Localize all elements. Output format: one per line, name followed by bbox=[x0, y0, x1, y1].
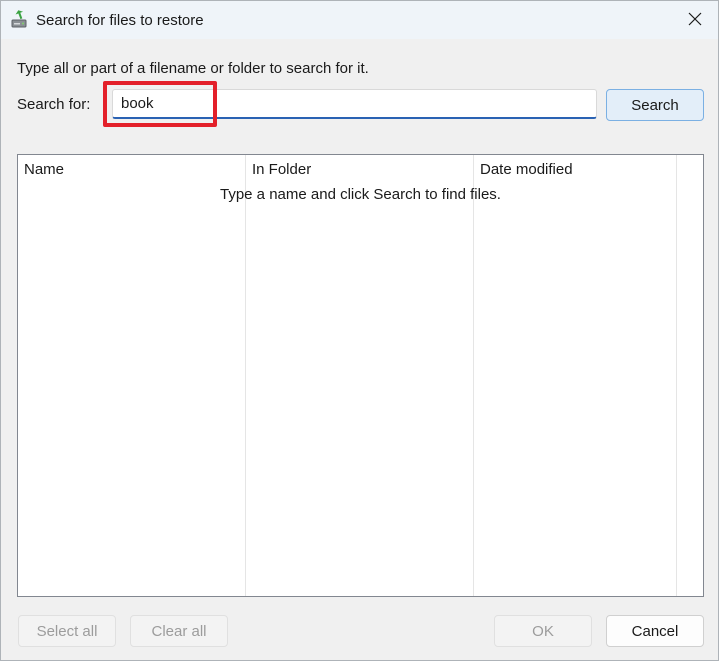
restore-search-dialog: Search for files to restore Type all or … bbox=[0, 0, 719, 661]
search-input[interactable] bbox=[112, 89, 597, 119]
results-list[interactable]: Name In Folder Date modified Type a name… bbox=[17, 154, 704, 597]
cancel-button[interactable]: Cancel bbox=[606, 615, 704, 647]
search-button[interactable]: Search bbox=[606, 89, 704, 121]
column-header-name[interactable]: Name bbox=[24, 161, 64, 178]
ok-button[interactable]: OK bbox=[494, 615, 592, 647]
window-title: Search for files to restore bbox=[36, 12, 204, 29]
instruction-text: Type all or part of a filename or folder… bbox=[17, 60, 369, 77]
column-divider[interactable] bbox=[473, 155, 474, 596]
select-all-button[interactable]: Select all bbox=[18, 615, 116, 647]
column-divider[interactable] bbox=[676, 155, 677, 596]
column-header-date-modified[interactable]: Date modified bbox=[480, 161, 573, 178]
column-header-in-folder[interactable]: In Folder bbox=[252, 161, 311, 178]
column-divider[interactable] bbox=[245, 155, 246, 596]
empty-results-message: Type a name and click Search to find fil… bbox=[220, 186, 501, 203]
clear-all-button[interactable]: Clear all bbox=[130, 615, 228, 647]
restore-drive-icon bbox=[10, 10, 30, 30]
search-for-label: Search for: bbox=[17, 96, 91, 113]
title-bar: Search for files to restore bbox=[1, 1, 718, 39]
close-button[interactable] bbox=[672, 1, 718, 39]
close-icon bbox=[688, 12, 702, 29]
